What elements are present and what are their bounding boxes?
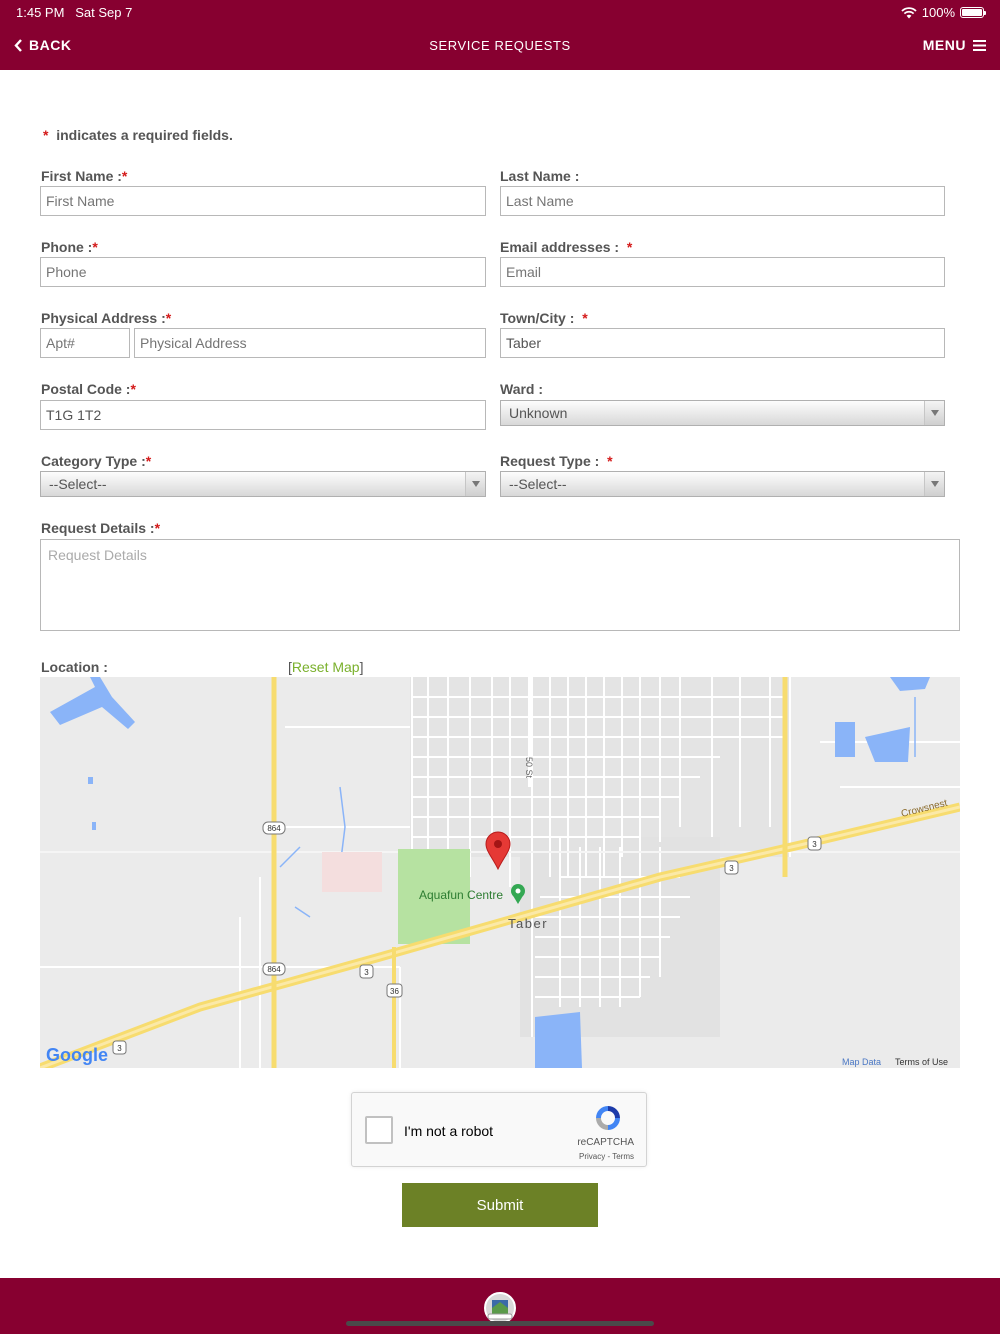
shield-36: 36 <box>390 987 399 996</box>
place-label: Aquafun Centre <box>419 888 503 902</box>
category-selected-value: --Select-- <box>49 476 107 492</box>
reset-map-link[interactable]: [Reset Map] <box>288 659 363 675</box>
town-label: Town/City : * <box>500 310 588 326</box>
status-date: Sat Sep 7 <box>75 5 133 20</box>
dropdown-arrow-icon <box>924 472 944 496</box>
first-name-label-text: First Name : <box>41 168 122 184</box>
email-label: Email addresses : * <box>500 239 632 255</box>
first-name-label: First Name :* <box>41 168 127 184</box>
status-indicators: 100% <box>901 5 986 20</box>
details-label-text: Request Details : <box>41 520 155 536</box>
terms-of-use-link[interactable]: Terms of Use <box>895 1057 948 1067</box>
home-indicator[interactable] <box>346 1321 654 1326</box>
recaptcha-label: I'm not a robot <box>404 1123 494 1139</box>
required-asterisk: * <box>121 168 128 184</box>
required-asterisk: * <box>43 127 49 143</box>
request-type-selected-value: --Select-- <box>509 476 567 492</box>
reset-map-label: Reset Map <box>291 659 360 675</box>
category-label-text: Category Type : <box>41 453 146 469</box>
address-label-text: Physical Address : <box>41 310 166 326</box>
request-type-select[interactable]: --Select-- <box>500 471 945 497</box>
email-input[interactable] <box>500 257 945 287</box>
battery-icon <box>960 7 986 18</box>
recaptcha-brand: reCAPTCHA <box>577 1137 634 1148</box>
request-type-label: Request Type : * <box>500 453 613 469</box>
phone-label: Phone :* <box>41 239 98 255</box>
ward-select[interactable]: Unknown <box>500 400 945 426</box>
town-label-map: Taber <box>508 916 548 931</box>
ward-label: Ward : <box>500 381 544 397</box>
request-details-placeholder: Request Details <box>48 547 147 563</box>
page-title: SERVICE REQUESTS <box>429 38 571 53</box>
required-asterisk: * <box>607 453 613 469</box>
menu-label: MENU <box>922 37 966 53</box>
recaptcha-links[interactable]: Privacy - Terms <box>579 1152 634 1161</box>
postal-label: Postal Code :* <box>41 381 136 397</box>
apt-input[interactable] <box>40 328 130 358</box>
required-asterisk: * <box>165 310 172 326</box>
location-map[interactable]: 864 864 3 3 3 3 36 50 St Crowsnest Aquaf… <box>40 677 960 1068</box>
battery-percent: 100% <box>921 5 955 20</box>
required-note: * indicates a required fields. <box>43 127 233 143</box>
map-data-link[interactable]: Map Data <box>842 1057 881 1067</box>
address-label: Physical Address :* <box>41 310 171 326</box>
required-asterisk: * <box>130 381 136 397</box>
location-label: Location : <box>41 659 108 675</box>
phone-label-text: Phone : <box>41 239 93 255</box>
google-logo: Google <box>46 1045 108 1065</box>
last-name-input[interactable] <box>500 186 945 216</box>
request-type-label-text: Request Type : <box>500 453 600 469</box>
details-label: Request Details :* <box>41 520 160 536</box>
shield-3-center: 3 <box>729 864 734 873</box>
postal-code-input[interactable] <box>40 400 486 430</box>
shield-3-corner: 3 <box>117 1044 122 1053</box>
first-name-input[interactable] <box>40 186 486 216</box>
required-asterisk: * <box>626 239 633 255</box>
email-label-text: Email addresses : <box>500 239 620 255</box>
required-note-text: indicates a required fields. <box>56 127 233 143</box>
dropdown-arrow-icon <box>924 401 944 425</box>
shield-3-east: 3 <box>812 840 817 849</box>
street-label: 50 St <box>524 757 534 779</box>
submit-button[interactable]: Submit <box>402 1183 598 1227</box>
required-asterisk: * <box>92 239 98 255</box>
dropdown-arrow-icon <box>465 472 485 496</box>
recaptcha-logo-icon <box>596 1106 620 1130</box>
phone-input[interactable] <box>40 257 486 287</box>
status-clock: 1:45 PM <box>16 5 65 20</box>
required-asterisk: * <box>154 520 161 536</box>
recaptcha-checkbox[interactable] <box>365 1116 393 1144</box>
reset-bracket-close: ] <box>359 659 364 675</box>
status-time: 1:45 PM Sat Sep 7 <box>16 5 132 20</box>
wifi-icon <box>901 6 917 18</box>
address-input[interactable] <box>134 328 486 358</box>
menu-button[interactable]: MENU <box>923 37 986 53</box>
map-canvas[interactable]: 864 864 3 3 3 3 36 50 St Crowsnest Aquaf… <box>40 677 960 1068</box>
category-label: Category Type :* <box>41 453 151 469</box>
shield-864-bottom: 864 <box>267 965 281 974</box>
hamburger-icon <box>973 39 986 51</box>
ward-selected-value: Unknown <box>509 405 568 421</box>
request-details-textarea[interactable]: Request Details <box>40 539 960 631</box>
town-input[interactable] <box>500 328 945 358</box>
postal-label-text: Postal Code : <box>41 381 131 397</box>
app-header: 1:45 PM Sat Sep 7 100% BACK SERVICE REQU… <box>0 0 1000 70</box>
category-select[interactable]: --Select-- <box>40 471 486 497</box>
shield-3-west: 3 <box>364 968 369 977</box>
town-label-text: Town/City : <box>500 310 575 326</box>
last-name-label: Last Name : <box>500 168 580 184</box>
required-asterisk: * <box>582 310 588 326</box>
recaptcha-widget: I'm not a robot reCAPTCHA Privacy - Term… <box>351 1092 647 1167</box>
required-asterisk: * <box>145 453 152 469</box>
shield-864-top: 864 <box>267 824 281 833</box>
